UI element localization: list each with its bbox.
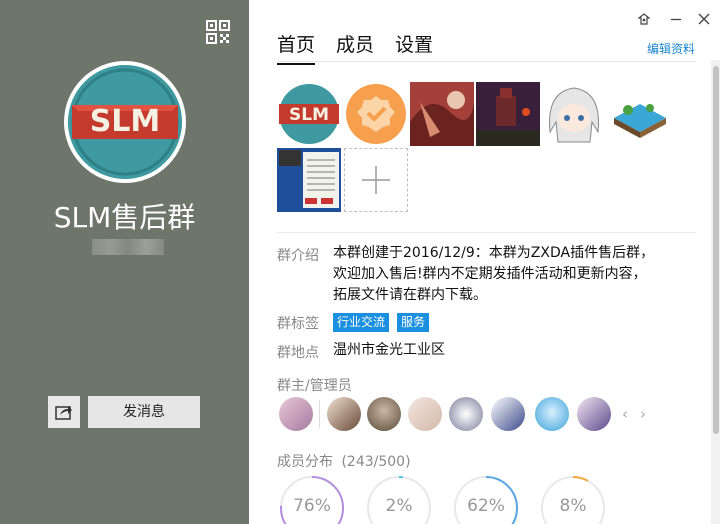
qr-code-icon[interactable] (206, 20, 230, 44)
member-stat-value: 2% (385, 496, 413, 516)
location-value: 温州市金光工业区 (333, 342, 445, 358)
chevron-left-icon[interactable]: ‹ (622, 405, 628, 423)
member-stat-value: 62% (467, 496, 505, 516)
photo-anime-girl[interactable] (542, 82, 606, 146)
close-icon[interactable] (694, 9, 714, 29)
section-divider (277, 232, 696, 233)
tab-bar: 首页 成员 设置 (277, 30, 454, 65)
group-avatar[interactable]: SLM (64, 61, 186, 183)
admin-avatar[interactable] (327, 397, 361, 431)
tags-label: 群标签 (277, 316, 319, 332)
admin-avatar[interactable] (491, 397, 525, 431)
members-count: (243/500) (341, 454, 411, 470)
admin-avatar[interactable] (577, 397, 611, 431)
location-label: 群地点 (277, 345, 319, 361)
admins-separator (319, 400, 320, 428)
member-stat-value: 76% (293, 496, 331, 516)
avatar-logo-text: SLM (90, 104, 161, 139)
member-stat-ring: 76% (279, 475, 345, 524)
group-profile-panel: SLM SLM售后群 发消息 (0, 0, 249, 524)
chevron-right-icon[interactable]: › (640, 405, 646, 423)
skin-icon[interactable] (634, 9, 654, 29)
send-message-button[interactable]: 发消息 (88, 396, 200, 428)
group-id-blurred (92, 239, 164, 255)
member-stat-ring: 62% (453, 475, 519, 524)
admin-avatar[interactable] (367, 397, 401, 431)
tab-home[interactable]: 首页 (277, 30, 316, 65)
member-stat-ring: 2% (366, 475, 432, 524)
tabs-divider (277, 61, 696, 62)
intro-label: 群介绍 (277, 248, 319, 264)
admins-label: 群主/管理员 (277, 378, 352, 394)
share-button[interactable] (48, 396, 80, 428)
photo-anime-art-1[interactable] (410, 82, 474, 146)
admin-avatar[interactable] (535, 397, 569, 431)
member-stat-ring: 8% (540, 475, 606, 524)
minimize-icon[interactable] (666, 9, 686, 29)
photo-document[interactable] (277, 148, 341, 212)
photo-slm-logo[interactable]: SLM (277, 82, 341, 146)
owner-avatar[interactable] (279, 397, 313, 431)
tab-members[interactable]: 成员 (336, 30, 374, 63)
members-label-text: 成员分布 (277, 454, 333, 470)
svg-text:SLM: SLM (289, 105, 329, 125)
share-icon (55, 406, 72, 420)
group-name: SLM售后群 (53, 201, 196, 234)
photo-game-scene[interactable] (476, 82, 540, 146)
tag-service[interactable]: 服务 (397, 313, 430, 332)
add-photo-button[interactable] (344, 148, 408, 212)
photo-island[interactable] (608, 82, 672, 146)
scrollbar-thumb[interactable] (713, 66, 719, 434)
tab-settings[interactable]: 设置 (395, 30, 433, 63)
members-label: 成员分布 (243/500) (277, 451, 411, 471)
intro-line-3: 拓展文件请在群内下载。 (333, 287, 487, 303)
admin-avatar[interactable] (449, 397, 483, 431)
photo-verified-badge[interactable] (344, 82, 408, 146)
edit-profile-link[interactable]: 编辑资料 (647, 40, 695, 57)
member-stat-value: 8% (559, 496, 587, 516)
plus-icon (362, 166, 390, 194)
admin-avatar[interactable] (408, 397, 442, 431)
intro-line-1: 本群创建于2016/12/9：本群为ZXDA插件售后群， (333, 245, 655, 261)
tag-industry[interactable]: 行业交流 (333, 313, 390, 332)
intro-line-2: 欢迎加入售后!群内不定期发插件活动和更新内容， (333, 266, 647, 282)
